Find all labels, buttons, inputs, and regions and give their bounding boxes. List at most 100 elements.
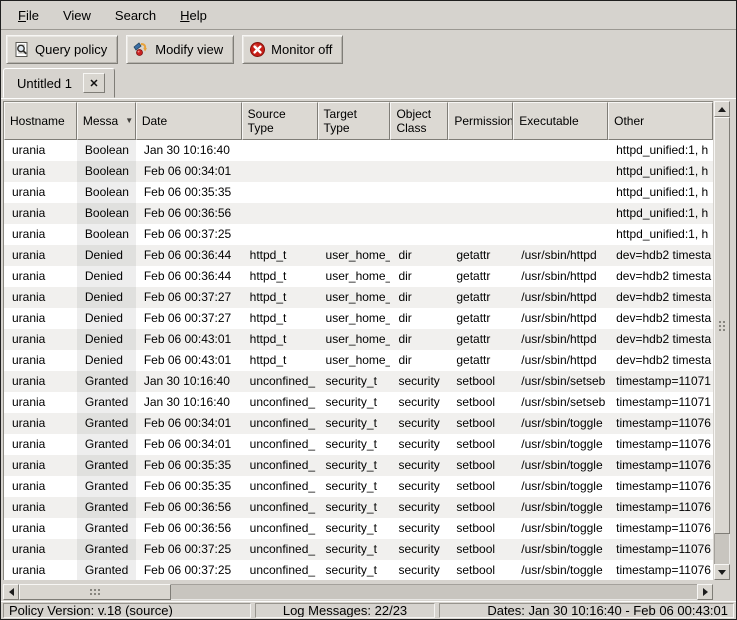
- table-cell: Granted: [77, 539, 136, 560]
- column-header-object-class[interactable]: ObjectClass: [390, 102, 448, 140]
- table-cell: urania: [4, 224, 77, 245]
- table-cell: Granted: [77, 476, 136, 497]
- column-header-source-type[interactable]: SourceType: [242, 102, 318, 140]
- scroll-left-button[interactable]: [3, 584, 19, 600]
- table-cell: httpd_unified:1, h: [608, 224, 713, 245]
- table-cell: security_t: [318, 371, 391, 392]
- table-row[interactable]: uraniaBooleanFeb 06 00:34:01httpd_unifie…: [4, 161, 713, 182]
- table-cell: Feb 06 00:36:44: [136, 245, 242, 266]
- table-cell: [242, 140, 318, 161]
- horizontal-scrollbar-thumb[interactable]: [19, 584, 171, 600]
- table-row[interactable]: uraniaGrantedFeb 06 00:37:25unconfined_s…: [4, 560, 713, 580]
- table-cell: Jan 30 10:16:40: [136, 371, 242, 392]
- table-cell: urania: [4, 203, 77, 224]
- table-cell: urania: [4, 455, 77, 476]
- column-header-hostname[interactable]: Hostname: [4, 102, 77, 140]
- table-cell: user_home_: [318, 350, 391, 371]
- table-cell: security_t: [318, 539, 391, 560]
- table-cell: urania: [4, 287, 77, 308]
- table-cell: Denied: [77, 350, 136, 371]
- table-row[interactable]: uraniaDeniedFeb 06 00:36:44httpd_tuser_h…: [4, 245, 713, 266]
- scroll-right-button[interactable]: [697, 584, 713, 600]
- table-cell: unconfined_: [242, 371, 318, 392]
- table-row[interactable]: uraniaDeniedFeb 06 00:43:01httpd_tuser_h…: [4, 350, 713, 371]
- scroll-up-button[interactable]: [714, 101, 730, 117]
- table-cell: Granted: [77, 497, 136, 518]
- table-cell: Granted: [77, 455, 136, 476]
- table-row[interactable]: uraniaGrantedJan 30 10:16:40unconfined_s…: [4, 392, 713, 413]
- table-cell: Feb 06 00:36:56: [136, 203, 242, 224]
- table-row[interactable]: uraniaGrantedFeb 06 00:35:35unconfined_s…: [4, 476, 713, 497]
- table-row[interactable]: uraniaGrantedFeb 06 00:36:56unconfined_s…: [4, 497, 713, 518]
- table-row[interactable]: uraniaDeniedFeb 06 00:37:27httpd_tuser_h…: [4, 287, 713, 308]
- column-header-target-type[interactable]: TargetType: [318, 102, 391, 140]
- table-cell: timestamp=11071: [608, 392, 713, 413]
- table-cell: httpd_t: [242, 350, 318, 371]
- table-cell: dir: [390, 308, 448, 329]
- table-cell: [448, 224, 513, 245]
- table-cell: user_home_: [318, 245, 391, 266]
- menu-search[interactable]: Search: [103, 3, 168, 28]
- table-cell: timestamp=11076: [608, 413, 713, 434]
- column-header-messa[interactable]: Messa▼: [77, 102, 136, 140]
- table-cell: dev=hdb2 timesta: [608, 350, 713, 371]
- column-header-executable[interactable]: Executable: [513, 102, 608, 140]
- table-cell: dev=hdb2 timesta: [608, 287, 713, 308]
- table-row[interactable]: uraniaGrantedFeb 06 00:36:56unconfined_s…: [4, 518, 713, 539]
- table-cell: timestamp=11076: [608, 455, 713, 476]
- table-cell: setbool: [448, 434, 513, 455]
- monitor-off-icon: [249, 41, 266, 58]
- menu-bar: FileViewSearchHelp: [1, 1, 736, 30]
- scroll-down-button[interactable]: [714, 564, 730, 580]
- tab-close-button[interactable]: ✕: [83, 73, 105, 93]
- table-cell: unconfined_: [242, 476, 318, 497]
- table-cell: [390, 182, 448, 203]
- menu-view[interactable]: View: [51, 3, 103, 28]
- modify-view-icon: [133, 41, 150, 58]
- table-cell: Denied: [77, 329, 136, 350]
- table-row[interactable]: uraniaBooleanFeb 06 00:35:35httpd_unifie…: [4, 182, 713, 203]
- table-cell: setbool: [448, 518, 513, 539]
- table-cell: getattr: [448, 266, 513, 287]
- table-cell: user_home_: [318, 308, 391, 329]
- column-header-permission[interactable]: Permission: [448, 102, 513, 140]
- table-row[interactable]: uraniaGrantedFeb 06 00:37:25unconfined_s…: [4, 539, 713, 560]
- table-cell: Jan 30 10:16:40: [136, 392, 242, 413]
- table-row[interactable]: uraniaGrantedFeb 06 00:35:35unconfined_s…: [4, 455, 713, 476]
- table-cell: [513, 224, 608, 245]
- horizontal-scrollbar[interactable]: [3, 584, 713, 600]
- table-row[interactable]: uraniaDeniedFeb 06 00:43:01httpd_tuser_h…: [4, 329, 713, 350]
- vertical-scrollbar[interactable]: [714, 101, 730, 580]
- menu-file[interactable]: File: [6, 3, 51, 28]
- table-row[interactable]: uraniaGrantedFeb 06 00:34:01unconfined_s…: [4, 413, 713, 434]
- table-row[interactable]: uraniaDeniedFeb 06 00:37:27httpd_tuser_h…: [4, 308, 713, 329]
- query-policy-button[interactable]: Query policy: [6, 35, 118, 64]
- table-cell: Feb 06 00:36:44: [136, 266, 242, 287]
- modify-view-button[interactable]: Modify view: [126, 35, 234, 64]
- monitor-off-button[interactable]: Monitor off: [242, 35, 343, 64]
- column-header-other[interactable]: Other: [608, 102, 713, 140]
- table-cell: [390, 140, 448, 161]
- menu-help[interactable]: Help: [168, 3, 219, 28]
- tab-untitled-1[interactable]: Untitled 1 ✕: [3, 68, 115, 98]
- table-cell: Feb 06 00:34:01: [136, 434, 242, 455]
- table-cell: security_t: [318, 497, 391, 518]
- table-cell: [390, 161, 448, 182]
- table-cell: getattr: [448, 287, 513, 308]
- table-row[interactable]: uraniaGrantedFeb 06 00:34:01unconfined_s…: [4, 434, 713, 455]
- table-cell: dir: [390, 350, 448, 371]
- dates-status: Dates: Jan 30 10:16:40 - Feb 06 00:43:01: [439, 603, 734, 618]
- table-row[interactable]: uraniaBooleanJan 30 10:16:40httpd_unifie…: [4, 140, 713, 161]
- table-cell: urania: [4, 413, 77, 434]
- table-cell: security: [390, 539, 448, 560]
- table-row[interactable]: uraniaDeniedFeb 06 00:36:44httpd_tuser_h…: [4, 266, 713, 287]
- table-cell: setbool: [448, 371, 513, 392]
- table-body: uraniaBooleanJan 30 10:16:40httpd_unifie…: [4, 140, 713, 580]
- table-cell: security: [390, 518, 448, 539]
- table-row[interactable]: uraniaGrantedJan 30 10:16:40unconfined_s…: [4, 371, 713, 392]
- table-row[interactable]: uraniaBooleanFeb 06 00:36:56httpd_unifie…: [4, 203, 713, 224]
- vertical-scrollbar-thumb[interactable]: [714, 117, 730, 534]
- table-row[interactable]: uraniaBooleanFeb 06 00:37:25httpd_unifie…: [4, 224, 713, 245]
- column-header-date[interactable]: Date: [136, 102, 242, 140]
- table-cell: Granted: [77, 392, 136, 413]
